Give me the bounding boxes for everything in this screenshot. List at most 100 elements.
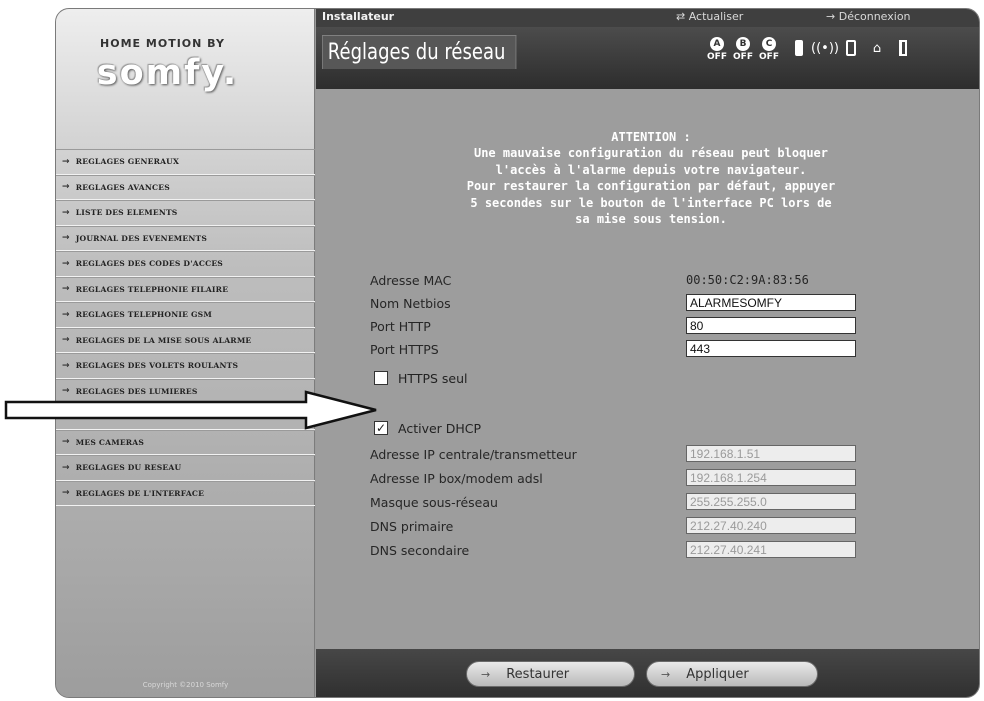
- home-icon: ⌂: [872, 40, 882, 56]
- http-port-row: Port HTTP: [370, 317, 930, 337]
- dns-secondary-label: DNS secondaire: [370, 543, 470, 558]
- callout-arrow-icon: [4, 390, 377, 430]
- dns-primary-label: DNS primaire: [370, 519, 454, 534]
- sidebar-item-reglages-telephonie-gsm[interactable]: → REGLAGES TELEPHONIE GSM: [56, 302, 315, 328]
- sidebar-item-label: JOURNAL DES EVENEMENTS: [75, 233, 208, 243]
- attention-line: Pour restaurer la configuration par défa…: [466, 179, 836, 194]
- attention-line: 5 secondes sur le bouton de l'interface …: [470, 195, 832, 210]
- https-port-input[interactable]: [686, 340, 856, 357]
- sidebar-item-reglages-avances[interactable]: → REGLAGES AVANCES: [56, 174, 315, 200]
- sidebar-item-label: MES CAMERAS: [75, 437, 145, 447]
- sidebar-item-reglages-du-reseau[interactable]: → REGLAGES DU RESEAU: [56, 455, 315, 481]
- arrow-right-icon: →: [62, 156, 70, 167]
- arrow-right-icon: →: [661, 667, 671, 681]
- sidebar-item-liste-des-elements[interactable]: → LISTE DES ELEMENTS: [56, 200, 315, 226]
- sidebar-item-label: REGLAGES DES CODES D'ACCES: [75, 259, 223, 269]
- sidebar-item-label: REGLAGES TELEPHONIE FILAIRE: [75, 284, 229, 294]
- https-port-label: Port HTTPS: [370, 342, 439, 357]
- logout-link[interactable]: → Déconnexion: [826, 10, 911, 23]
- zone-a-status: A OFF: [704, 37, 730, 62]
- restore-button[interactable]: → Restaurer: [466, 661, 635, 687]
- dns-primary-input[interactable]: [686, 517, 856, 534]
- radio-signal-icon: ((•)): [811, 40, 839, 56]
- user-role: Installateur: [322, 10, 395, 23]
- arrow-right-icon: →: [62, 360, 70, 371]
- ip-central-label: Adresse IP centrale/transmetteur: [370, 447, 577, 462]
- https-only-checkbox[interactable]: [374, 371, 388, 385]
- arrow-right-icon: →: [62, 437, 70, 448]
- attention-line: ATTENTION :: [611, 130, 691, 144]
- refresh-label: Actualiser: [688, 10, 744, 23]
- somfy-logo: somfy.: [96, 53, 239, 93]
- status-icons: A OFF B OFF C OFF ((•)) ⌂: [704, 37, 912, 62]
- http-port-label: Port HTTP: [370, 319, 431, 334]
- dns-primary-row: DNS primaire: [370, 517, 930, 537]
- sidebar-item-reglages-generaux[interactable]: → REGLAGES GENERAUX: [56, 149, 315, 175]
- arrow-right-icon: →: [62, 284, 70, 295]
- arrow-right-icon: →: [62, 182, 70, 193]
- attention-line: Une mauvaise configuration du réseau peu…: [473, 146, 828, 161]
- dns-secondary-row: DNS secondaire: [370, 541, 930, 561]
- title-bar: Réglages du réseau A OFF B OFF C OFF ((•…: [316, 27, 979, 89]
- zone-c-state: OFF: [759, 52, 779, 62]
- netbios-input[interactable]: [686, 294, 856, 311]
- arrow-right-icon: →: [481, 667, 491, 681]
- sidebar-item-label: REGLAGES GENERAUX: [75, 157, 180, 167]
- http-port-input[interactable]: [686, 317, 856, 334]
- zone-b-state: OFF: [733, 52, 753, 62]
- https-only-option[interactable]: HTTPS seul: [374, 368, 468, 388]
- dns-secondary-input[interactable]: [686, 541, 856, 558]
- arrow-right-icon: →: [826, 10, 839, 23]
- netbios-label: Nom Netbios: [370, 296, 451, 311]
- arrow-right-icon: →: [62, 207, 70, 218]
- sidebar-item-label: REGLAGES AVANCES: [75, 182, 170, 192]
- sidebar-item-label: REGLAGES DE LA MISE SOUS ALARME: [75, 335, 252, 345]
- https-port-row: Port HTTPS: [370, 340, 930, 360]
- ip-box-input[interactable]: [686, 469, 856, 486]
- sidebar-item-mes-cameras[interactable]: → MES CAMERAS: [56, 429, 315, 455]
- arrow-right-icon: →: [62, 462, 70, 473]
- sidebar-item-label: REGLAGES DU RESEAU: [75, 463, 182, 473]
- apply-button[interactable]: → Appliquer: [646, 661, 818, 687]
- plug-icon: [894, 37, 912, 59]
- refresh-link[interactable]: ⇄ Actualiser: [676, 10, 743, 23]
- sidebar-item-label: REGLAGES TELEPHONIE GSM: [75, 310, 212, 320]
- dhcp-label: Activer DHCP: [398, 420, 482, 436]
- mac-label: Adresse MAC: [370, 273, 452, 288]
- app-window: HOME MOTION BY somfy. → REGLAGES GENERAUX…: [55, 8, 980, 698]
- arrow-right-icon: →: [62, 258, 70, 269]
- zone-b-icon: B: [736, 37, 750, 51]
- sidebar-item-label: REGLAGES DES VOLETS ROULANTS: [75, 361, 239, 371]
- sidebar-item-reglages-des-codes-d-acces[interactable]: → REGLAGES DES CODES D'ACCES: [56, 251, 315, 277]
- ip-central-input[interactable]: [686, 445, 856, 462]
- apply-label: Appliquer: [686, 666, 749, 682]
- sidebar-item-reglages-de-la-mise-sous-alarme[interactable]: → REGLAGES DE LA MISE SOUS ALARME: [56, 327, 315, 353]
- battery-icon: [790, 37, 808, 59]
- arrow-right-icon: →: [62, 335, 70, 346]
- sidebar-item-journal-des-evenements[interactable]: → JOURNAL DES EVENEMENTS: [56, 225, 315, 251]
- settings-panel: ATTENTION : Une mauvaise configuration d…: [316, 89, 979, 649]
- logout-label: Déconnexion: [838, 10, 911, 23]
- ip-central-row: Adresse IP centrale/transmetteur: [370, 445, 930, 465]
- ip-box-label: Adresse IP box/modem adsl: [370, 471, 543, 486]
- footer-bar: → Restaurer → Appliquer: [316, 649, 979, 697]
- subnet-mask-row: Masque sous-réseau: [370, 493, 930, 513]
- sidebar-item-reglages-des-volets-roulants[interactable]: → REGLAGES DES VOLETS ROULANTS: [56, 353, 315, 379]
- sidebar-item-reglages-de-l-interface[interactable]: → REGLAGES DE L'INTERFACE: [56, 480, 315, 506]
- mac-row: Adresse MAC 00:50:C2:9A:83:56: [370, 271, 930, 291]
- subnet-mask-input[interactable]: [686, 493, 856, 510]
- sidebar: HOME MOTION BY somfy. → REGLAGES GENERAUX…: [56, 9, 315, 697]
- sidebar-nav: → REGLAGES GENERAUX → REGLAGES AVANCES → LIST…: [56, 149, 315, 506]
- netbios-row: Nom Netbios: [370, 294, 930, 314]
- sidebar-item-reglages-telephonie-filaire[interactable]: → REGLAGES TELEPHONIE FILAIRE: [56, 276, 315, 302]
- attention-line: sa mise sous tension.: [575, 212, 727, 227]
- dhcp-option[interactable]: ✓ Activer DHCP: [374, 418, 481, 438]
- arrow-right-icon: →: [62, 309, 70, 320]
- mac-value: 00:50:C2:9A:83:56: [686, 273, 809, 287]
- page-title: Réglages du réseau: [322, 35, 517, 69]
- refresh-icon: ⇄: [676, 10, 689, 23]
- restore-label: Restaurer: [506, 666, 570, 682]
- zone-a-state: OFF: [707, 52, 727, 62]
- sidebar-item-label: LISTE DES ELEMENTS: [75, 208, 178, 218]
- brand-tagline: HOME MOTION BY: [100, 37, 225, 50]
